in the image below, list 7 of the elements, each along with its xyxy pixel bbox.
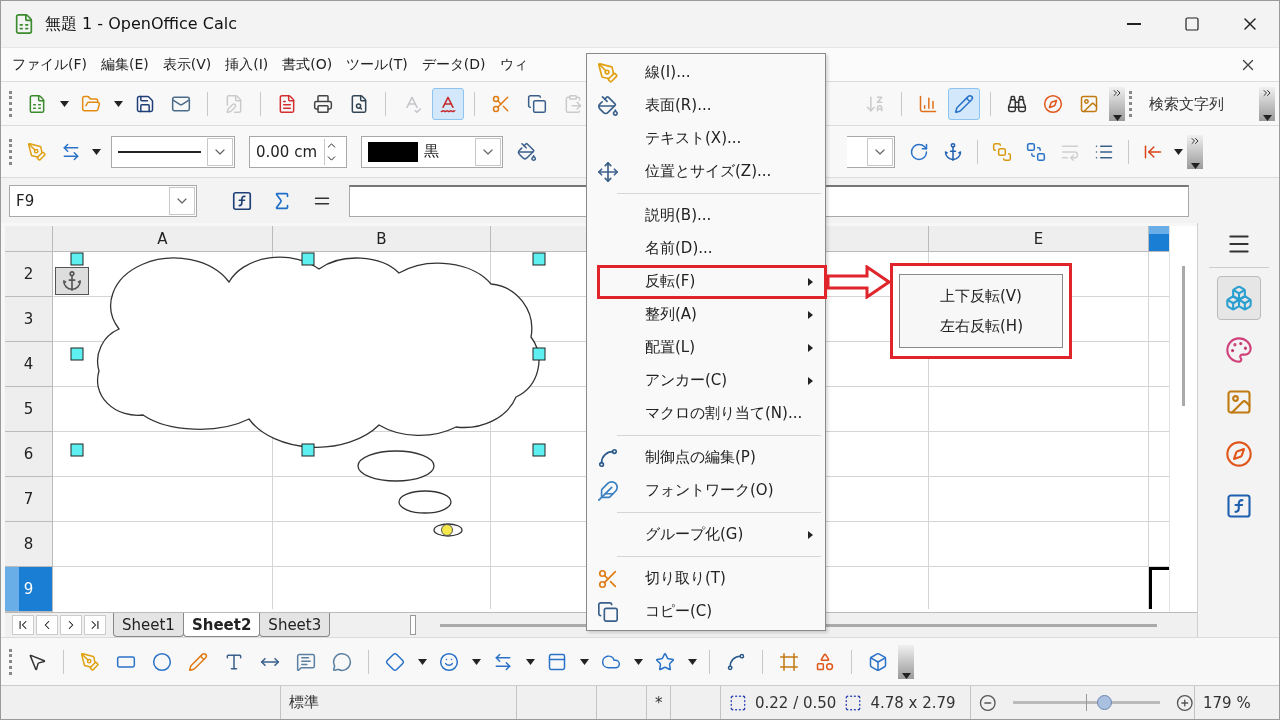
window-title: 無題 1 - OpenOffice Calc	[45, 13, 237, 35]
color-name: 黒	[424, 142, 439, 161]
modified-indicator: *	[655, 693, 663, 712]
zoom-value: 179 %	[1203, 693, 1251, 712]
page-style: 標準	[289, 693, 319, 712]
object-position: 0.22 / 0.50	[755, 693, 837, 712]
object-size: 4.78 x 2.79	[870, 693, 956, 712]
